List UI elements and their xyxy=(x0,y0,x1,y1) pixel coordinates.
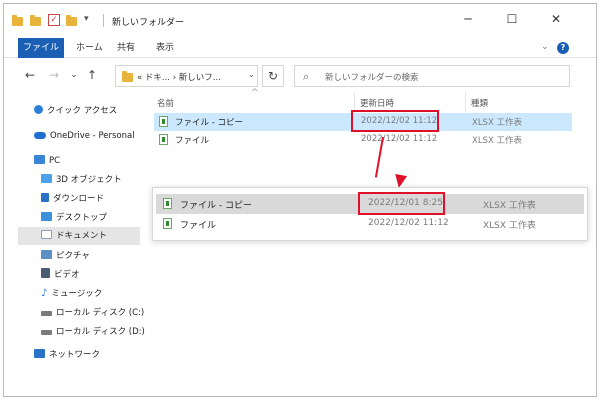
file-type: XLSX 工作表 xyxy=(483,201,536,211)
file-row-original[interactable]: ファイル 2022/12/02 11:12 XLSX 工作表 xyxy=(154,131,572,149)
quick-access-properties-icon[interactable]: ✓ xyxy=(48,14,60,26)
cloud-icon xyxy=(34,132,46,139)
star-icon xyxy=(34,105,43,114)
address-breadcrumb[interactable]: « ドキ... › 新しいフ... xyxy=(137,71,221,83)
sidebar-item-3d-objects[interactable]: 3D オブジェクト xyxy=(41,171,122,189)
forward-button[interactable]: → xyxy=(46,68,62,82)
sidebar-item-label: クイック アクセス xyxy=(47,106,118,116)
excel-file-icon xyxy=(159,116,168,127)
file-modified: 2022/12/02 11:12 xyxy=(368,218,449,228)
sidebar-item-drive-c[interactable]: ローカル ディスク (C:) xyxy=(41,304,144,322)
sidebar-item-label: ドキュメント xyxy=(56,231,108,241)
sidebar-item-pc[interactable]: PC xyxy=(34,152,60,170)
navigation-bar: ← → ⌄ ↑ « ドキ... › 新しいフ... ⌄ ↻ ⌕ 新しいフォルダー… xyxy=(4,60,596,92)
search-icon: ⌕ xyxy=(303,70,310,83)
file-name: ファイル - コピー xyxy=(175,118,243,128)
tab-home[interactable]: ホーム xyxy=(76,38,103,58)
explorer-window: ✓ ▾ 新しいフォルダー ─ ☐ ✕ ファイル ホーム 共有 表示 ⌄ ? ← … xyxy=(3,3,597,397)
zoom-callout: ファイル - コピー 2022/12/01 8:25 XLSX 工作表 ファイル… xyxy=(152,187,588,241)
sidebar-item-desktop[interactable]: デスクトップ xyxy=(41,209,107,227)
file-type: XLSX 工作表 xyxy=(483,221,536,231)
tab-file[interactable]: ファイル xyxy=(18,38,64,58)
address-dropdown-icon[interactable]: ⌄ xyxy=(248,70,255,79)
title-separator xyxy=(103,14,104,27)
sidebar-item-label: ミュージック xyxy=(51,289,103,299)
excel-file-icon xyxy=(159,134,168,145)
sidebar-item-label: デスクトップ xyxy=(56,213,108,223)
column-header-modified[interactable]: 更新日時 xyxy=(360,97,394,109)
sidebar-item-music[interactable]: ♪ ミュージック xyxy=(41,285,102,303)
refresh-button[interactable]: ↻ xyxy=(262,65,284,87)
highlight-box-copy-date xyxy=(358,192,445,215)
file-name: ファイル - コピー xyxy=(180,201,252,211)
highlight-box-original-date xyxy=(351,110,439,132)
column-divider[interactable] xyxy=(354,92,355,112)
document-icon xyxy=(41,230,52,239)
sidebar-item-label: PC xyxy=(49,156,61,166)
sidebar-item-quick-access[interactable]: クイック アクセス xyxy=(34,102,117,120)
sidebar-item-documents[interactable]: ドキュメント xyxy=(18,227,140,245)
zoom-row-original: ファイル 2022/12/02 11:12 XLSX 工作表 xyxy=(156,214,584,234)
network-icon xyxy=(34,349,45,358)
sidebar-item-label: ピクチャ xyxy=(56,251,90,261)
sidebar-item-downloads[interactable]: ダウンロード xyxy=(41,190,104,208)
minimize-button[interactable]: ─ xyxy=(458,12,478,26)
column-header-name[interactable]: 名前 xyxy=(157,97,174,109)
navigation-pane: クイック アクセス OneDrive - Personal PC 3D オブジェ… xyxy=(4,96,145,396)
sidebar-item-label: 3D オブジェクト xyxy=(56,175,122,185)
sidebar-item-label: ローカル ディスク (C:) xyxy=(56,308,145,318)
computer-icon xyxy=(34,155,45,164)
cube-icon xyxy=(41,174,52,183)
file-name: ファイル xyxy=(175,136,210,146)
sort-ascending-icon: ^ xyxy=(251,88,259,98)
pictures-icon xyxy=(41,250,52,259)
sidebar-item-label: ネットワーク xyxy=(49,350,101,360)
sidebar-item-label: OneDrive - Personal xyxy=(50,131,135,141)
drive-c-icon xyxy=(41,311,52,316)
address-bar[interactable]: « ドキ... › 新しいフ... ⌄ xyxy=(115,65,258,87)
file-name: ファイル xyxy=(180,221,217,231)
tab-share[interactable]: 共有 xyxy=(117,38,135,58)
help-icon[interactable]: ? xyxy=(557,42,569,54)
sidebar-item-onedrive[interactable]: OneDrive - Personal xyxy=(34,127,135,145)
download-icon xyxy=(41,193,49,202)
quick-access-customize-icon[interactable]: ▾ xyxy=(84,14,89,26)
sidebar-item-videos[interactable]: ビデオ xyxy=(41,266,80,284)
title-bar: ✓ ▾ 新しいフォルダー ─ ☐ ✕ xyxy=(4,4,596,34)
column-divider[interactable] xyxy=(465,92,466,112)
up-button[interactable]: ↑ xyxy=(84,68,100,82)
excel-file-icon xyxy=(163,218,172,229)
ribbon-expand-icon[interactable]: ⌄ xyxy=(541,42,549,52)
sidebar-item-drive-d[interactable]: ローカル ディスク (D:) xyxy=(41,323,145,341)
column-header-type[interactable]: 種類 xyxy=(471,97,488,109)
window-title: 新しいフォルダー xyxy=(112,18,185,28)
file-type: XLSX 工作表 xyxy=(472,118,522,128)
sidebar-item-label: ビデオ xyxy=(54,270,80,280)
desktop-icon xyxy=(41,212,52,221)
excel-file-icon xyxy=(163,198,172,209)
sidebar-item-network[interactable]: ネットワーク xyxy=(34,346,100,364)
back-button[interactable]: ← xyxy=(22,68,38,82)
file-type: XLSX 工作表 xyxy=(472,136,522,146)
music-icon: ♪ xyxy=(41,288,48,299)
ribbon-tabs: ファイル ホーム 共有 表示 ⌄ ? xyxy=(4,38,596,58)
recent-locations-button[interactable]: ⌄ xyxy=(66,68,82,82)
tab-view[interactable]: 表示 xyxy=(156,38,174,58)
file-modified: 2022/12/02 11:12 xyxy=(361,134,438,144)
search-input[interactable]: 新しいフォルダーの検索 xyxy=(325,71,419,83)
sidebar-item-pictures[interactable]: ピクチャ xyxy=(41,247,90,265)
video-icon xyxy=(41,268,50,278)
sidebar-item-label: ローカル ディスク (D:) xyxy=(56,327,145,337)
maximize-button[interactable]: ☐ xyxy=(502,12,522,26)
close-button[interactable]: ✕ xyxy=(546,12,566,26)
folder-icon xyxy=(122,71,133,82)
drive-d-icon xyxy=(41,330,52,335)
sidebar-item-label: ダウンロード xyxy=(53,194,105,204)
search-box[interactable]: ⌕ 新しいフォルダーの検索 xyxy=(294,65,570,87)
